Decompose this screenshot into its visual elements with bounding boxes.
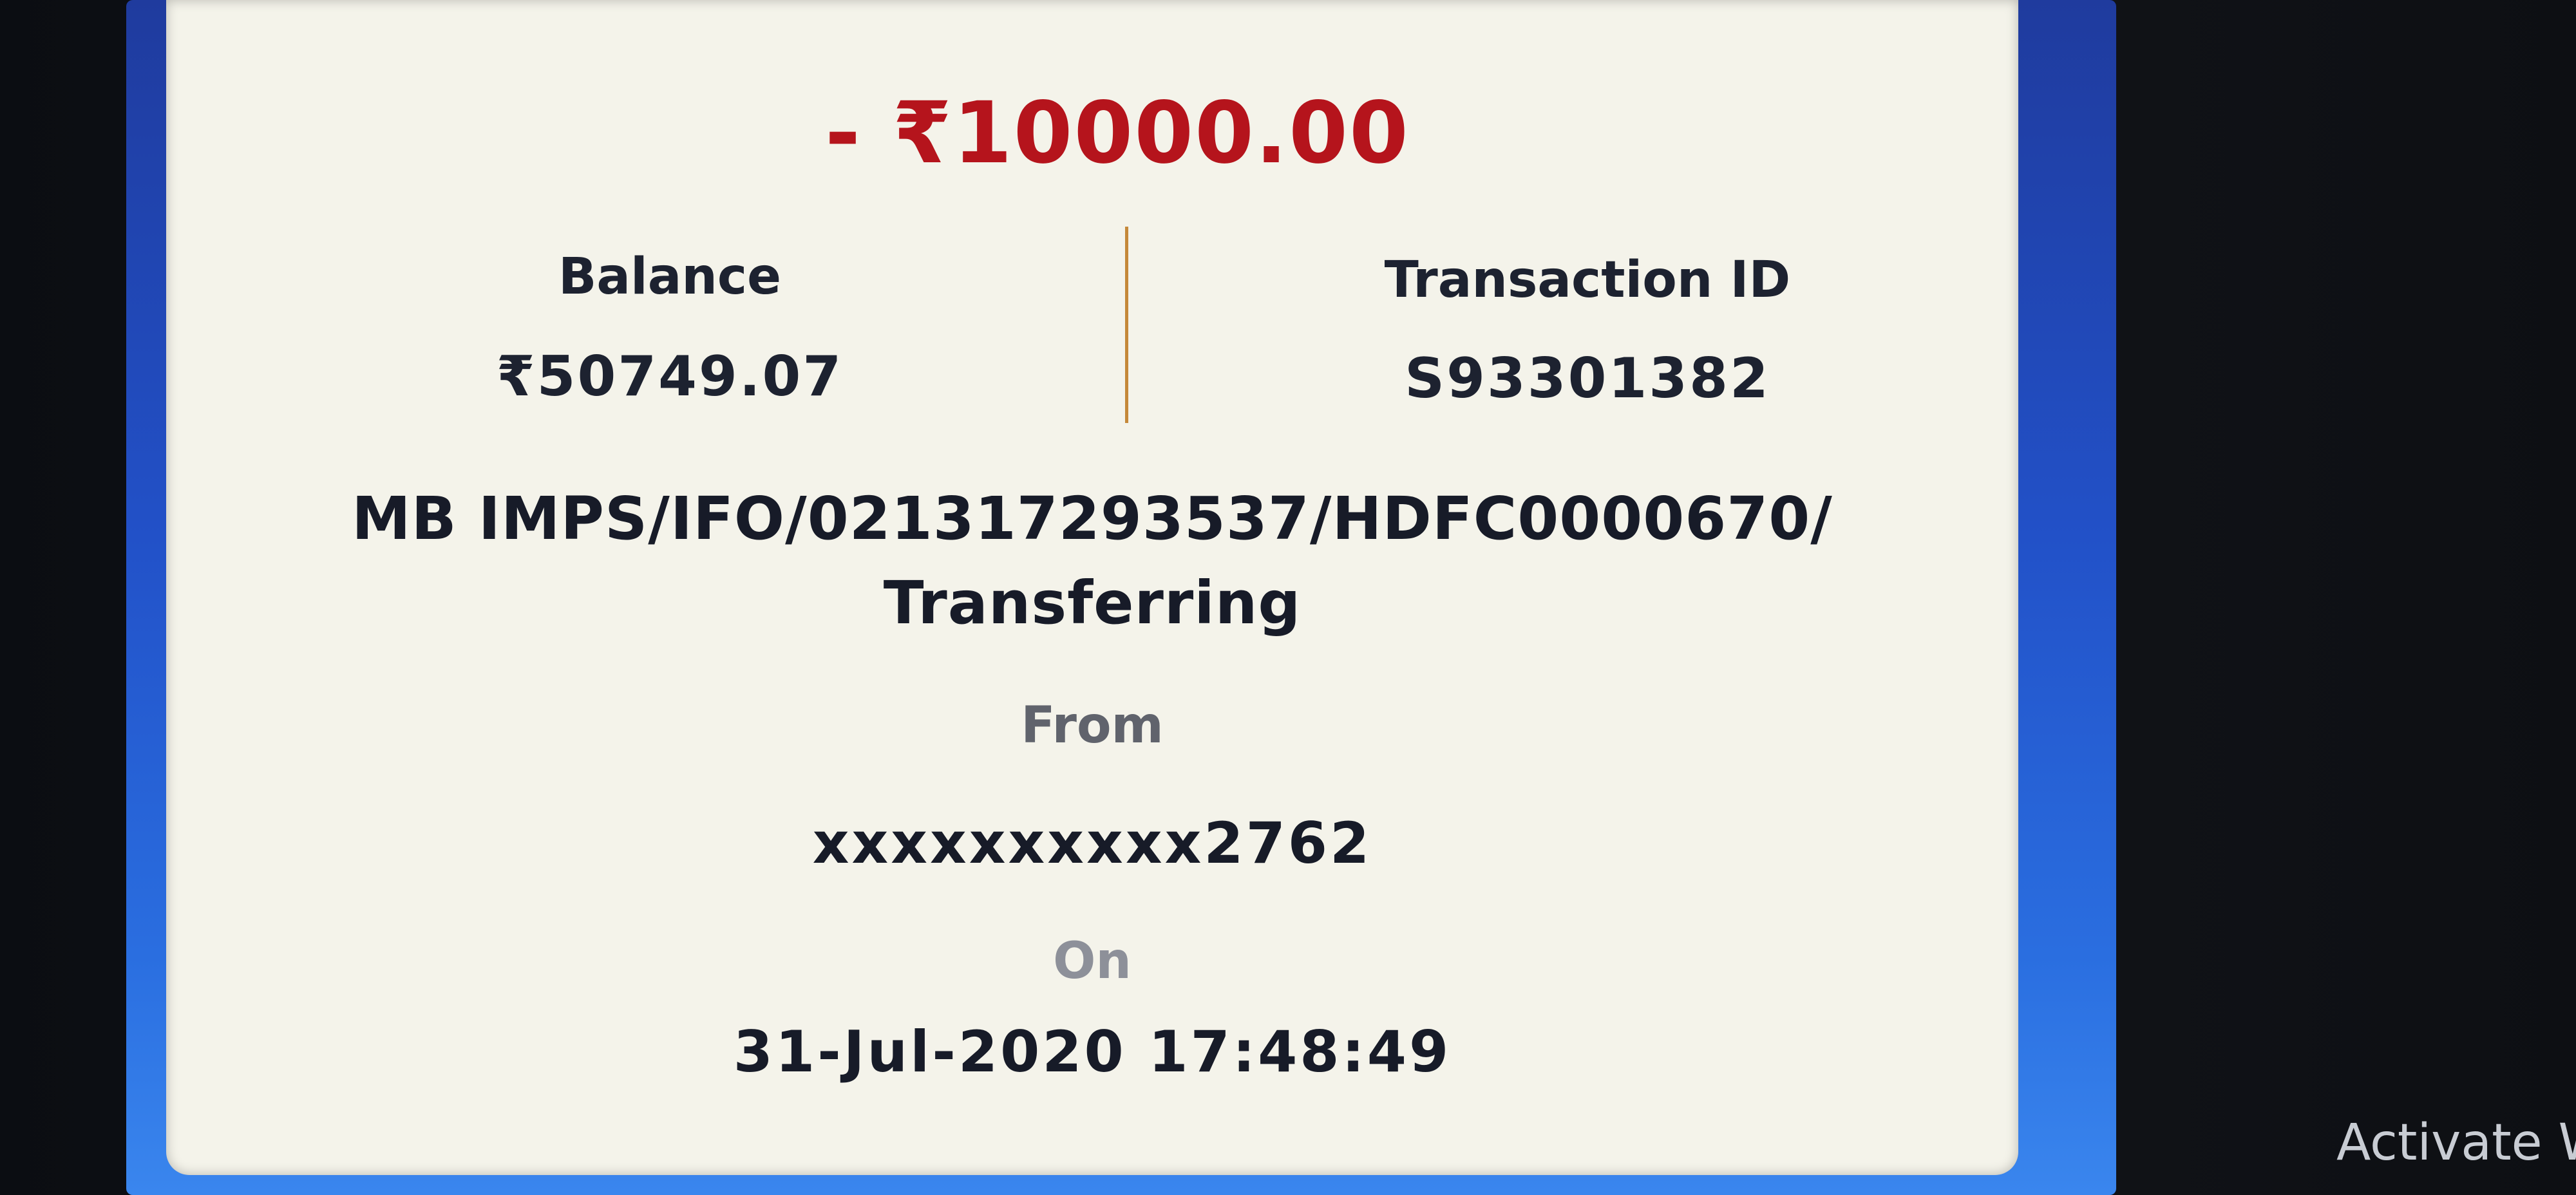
activate-windows-watermark: Activate W bbox=[2336, 1114, 2576, 1172]
transaction-description-line2: Transferring bbox=[883, 569, 1302, 637]
column-divider bbox=[1125, 227, 1128, 423]
on-label: On bbox=[1053, 932, 1132, 990]
transaction-id-value: S93301382 bbox=[1405, 346, 1770, 411]
balance-value: ₹50749.07 bbox=[496, 344, 844, 409]
transaction-id-label: Transaction ID bbox=[1384, 251, 1791, 309]
transaction-amount: - ₹10000.00 bbox=[825, 84, 1410, 183]
from-account-value: xxxxxxxxxx2762 bbox=[812, 810, 1372, 876]
from-label: From bbox=[1021, 697, 1164, 755]
transaction-description-line1: MB IMPS/IFO/021317293537/HDFC0000670/ bbox=[352, 484, 1833, 553]
transaction-datetime: 31-Jul-2020 17:48:49 bbox=[733, 1019, 1452, 1085]
balance-label: Balance bbox=[558, 248, 782, 306]
